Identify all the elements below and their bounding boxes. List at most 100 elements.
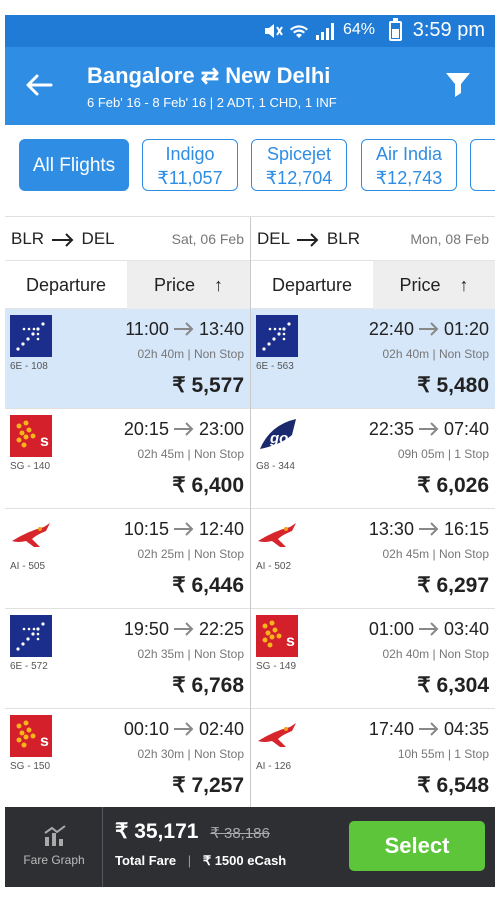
departure-time: 10:15: [123, 519, 169, 539]
flight-number: 6E - 572: [10, 661, 48, 672]
original-fare: ₹ 38,186: [210, 825, 270, 842]
spicejet-logo-icon: s: [10, 415, 52, 457]
duration-stops: 02h 40m | Non Stop: [382, 347, 489, 361]
filter-icon[interactable]: [443, 69, 473, 99]
flight-number: AI - 502: [256, 561, 292, 572]
battery-icon: [389, 18, 402, 41]
duration-stops: 09h 05m | 1 Stop: [397, 447, 489, 461]
fare-price: ₹ 6,297: [417, 574, 489, 597]
select-button[interactable]: Select: [349, 821, 485, 871]
fare-graph-button[interactable]: Fare Graph: [5, 807, 103, 887]
flight-card[interactable]: s SG - 140 20:15 23:00 02h 45m | Non Stop ₹ 6…: [5, 409, 250, 509]
origin-city: Bangalore: [87, 63, 195, 88]
chip-price: ₹11,057: [157, 168, 223, 188]
flight-times: 22:40 01:20: [369, 319, 489, 340]
onward-date: Sat, 06 Feb: [171, 231, 244, 247]
arrival-time: 02:40: [198, 719, 244, 739]
time-arrow-icon: [418, 522, 439, 536]
time-arrow-icon: [418, 622, 439, 636]
bottom-bar: Fare Graph ₹ 35,171 ₹ 38,186 Total Fare …: [5, 807, 495, 887]
airindia-logo-icon: [10, 515, 52, 557]
flight-card[interactable]: go G8 - 344 22:35 07:40 09h 05m | 1 Stop ₹ 6,…: [251, 409, 495, 509]
departure-time: 17:40: [368, 719, 414, 739]
chip-more[interactable]: [470, 139, 495, 191]
sort-departure-return[interactable]: Departure: [251, 261, 373, 309]
battery-percent: 64%: [342, 21, 375, 38]
arrival-time: 07:40: [443, 419, 489, 439]
sort-departure-onward[interactable]: Departure: [5, 261, 127, 309]
chip-label: All Flights: [32, 155, 116, 176]
fare-graph-label: Fare Graph: [23, 853, 85, 867]
status-bar: 64% 3:59 pm: [5, 15, 495, 47]
duration-stops: 02h 25m | Non Stop: [137, 547, 244, 561]
chip-label: Indigo: [165, 144, 215, 164]
fare-price: ₹ 6,304: [417, 674, 489, 697]
departure-time: 00:10: [123, 719, 169, 739]
chip-all-flights[interactable]: All Flights: [19, 139, 129, 191]
duration-stops: 02h 40m | Non Stop: [137, 347, 244, 361]
flight-number: AI - 505: [10, 561, 46, 572]
flight-card[interactable]: 6E - 108 11:00 13:40 02h 40m | Non Stop ₹ 5,…: [5, 309, 250, 409]
time-arrow-icon: [418, 722, 439, 736]
duration-stops: 02h 45m | Non Stop: [382, 547, 489, 561]
onward-sort-bar: Departure Price ↑: [5, 261, 250, 309]
indigo-logo-icon: [10, 615, 52, 657]
fare-price: ₹ 5,577: [172, 374, 244, 397]
svg-text:go: go: [269, 430, 288, 447]
flight-card[interactable]: 6E - 572 19:50 22:25 02h 35m | Non Stop ₹ 6,…: [5, 609, 250, 709]
duration-stops: 02h 40m | Non Stop: [382, 647, 489, 661]
chip-indigo[interactable]: Indigo ₹11,057: [142, 139, 238, 191]
airindia-logo-icon: [256, 715, 298, 757]
return-to: BLR: [326, 229, 360, 248]
flight-times: 20:15 23:00: [124, 419, 244, 440]
arrival-time: 22:25: [198, 619, 244, 639]
chip-price: ₹12,704: [265, 168, 333, 188]
fare-price: ₹ 7,257: [172, 774, 244, 797]
time-arrow-icon: [418, 422, 439, 436]
column-divider: [250, 217, 251, 817]
flight-times: 00:10 02:40: [124, 719, 244, 740]
arrival-time: 12:40: [198, 519, 244, 539]
total-fare-details: Total Fare | ₹ 1500 eCash: [115, 853, 286, 869]
fare-price: ₹ 5,480: [417, 374, 489, 397]
flight-card[interactable]: AI - 126 17:40 04:35 10h 55m | 1 Stop ₹ 6,54…: [251, 709, 495, 809]
arrival-time: 01:20: [443, 319, 489, 339]
flight-number: 6E - 563: [256, 361, 294, 372]
chip-air-india[interactable]: Air India ₹12,743: [361, 139, 457, 191]
fare-price: ₹ 6,446: [172, 574, 244, 597]
chip-spicejet[interactable]: Spicejet ₹12,704: [251, 139, 347, 191]
duration-stops: 10h 55m | 1 Stop: [397, 747, 489, 761]
time-arrow-icon: [173, 622, 194, 636]
flight-card[interactable]: s SG - 149 01:00 03:40 02h 40m | Non Stop ₹ 6…: [251, 609, 495, 709]
sort-price-onward[interactable]: Price ↑: [127, 261, 250, 309]
sort-price-return[interactable]: Price ↑: [373, 261, 495, 309]
flight-number: 6E - 108: [10, 361, 48, 372]
flight-times: 10:15 12:40: [124, 519, 244, 540]
swap-icon: ⇄: [200, 63, 220, 88]
ecash-label: ₹ 1500 eCash: [202, 853, 287, 868]
signal-icon: [316, 23, 334, 40]
airline-filter-chips: All Flights Indigo ₹11,057 Spicejet ₹12,…: [5, 125, 495, 217]
total-fare: ₹ 35,171 ₹ 38,186: [115, 819, 270, 844]
departure-time: 20:15: [123, 419, 169, 439]
return-date: Mon, 08 Feb: [410, 231, 489, 247]
route-arrow-icon: [51, 232, 74, 247]
arrival-time: 13:40: [198, 319, 244, 339]
departure-time: 11:00: [125, 319, 169, 339]
flight-card[interactable]: AI - 502 13:30 16:15 02h 45m | Non Stop ₹ 6,…: [251, 509, 495, 609]
sort-ascending-icon: ↑: [459, 275, 469, 295]
onward-header: BLR DEL Sat, 06 Feb: [5, 217, 250, 261]
return-sort-bar: Departure Price ↑: [251, 261, 495, 309]
flight-times: 22:35 07:40: [369, 419, 489, 440]
time-arrow-icon: [418, 322, 439, 336]
arrival-time: 04:35: [443, 719, 489, 739]
fare-price: ₹ 6,768: [172, 674, 244, 697]
flight-card[interactable]: 6E - 563 22:40 01:20 02h 40m | Non Stop ₹ 5,…: [251, 309, 495, 409]
flight-card[interactable]: AI - 505 10:15 12:40 02h 25m | Non Stop ₹ 6,…: [5, 509, 250, 609]
flight-number: G8 - 344: [256, 461, 295, 472]
destination-city: New Delhi: [225, 63, 331, 88]
flight-card[interactable]: s SG - 150 00:10 02:40 02h 30m | Non Stop ₹ 7…: [5, 709, 250, 809]
back-arrow-icon[interactable]: [23, 69, 55, 101]
total-amount: ₹ 35,171: [115, 820, 199, 843]
arrival-time: 03:40: [443, 619, 489, 639]
